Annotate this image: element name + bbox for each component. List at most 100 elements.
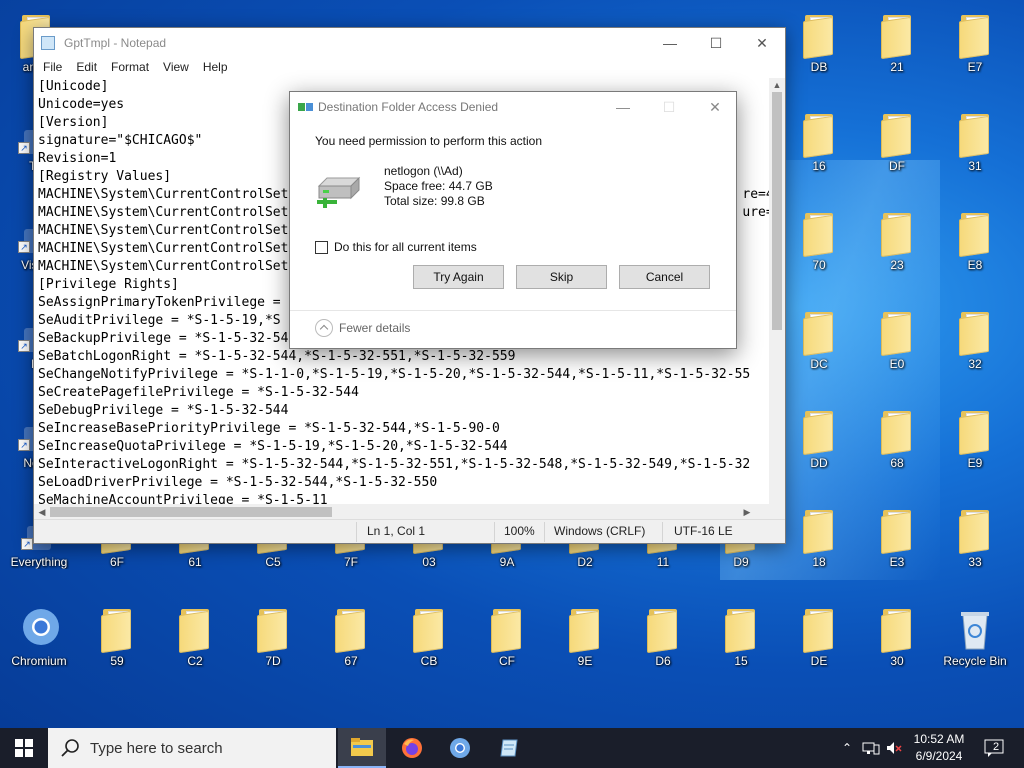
folder-icon: [801, 112, 837, 159]
desktop-icon-23[interactable]: 23: [861, 203, 933, 295]
folder-icon: [801, 508, 837, 555]
desktop-icon-e7[interactable]: E7: [939, 5, 1011, 97]
menu-file[interactable]: File: [36, 58, 69, 78]
folder-icon: [333, 607, 369, 654]
encoding: UTF-16 LE: [674, 524, 733, 538]
taskbar-file-explorer[interactable]: [338, 728, 386, 768]
desktop-icon-18[interactable]: 18: [783, 500, 855, 592]
dialog-title: Destination Folder Access Denied: [318, 100, 499, 114]
desktop-icon-chromium[interactable]: Chromium: [3, 599, 75, 691]
desktop-icon-label: 15: [734, 654, 748, 668]
system-clock[interactable]: 10:52 AM 6/9/2024: [904, 731, 974, 765]
desktop-icon-cb[interactable]: CB: [393, 599, 465, 691]
notification-count: 2: [993, 741, 1000, 753]
desktop-icon-df[interactable]: DF: [861, 104, 933, 196]
start-button[interactable]: [0, 728, 48, 768]
access-denied-dialog[interactable]: Destination Folder Access Denied — ☐ ✕ Y…: [289, 91, 737, 349]
maximize-button[interactable]: ☐: [693, 28, 739, 58]
fewer-details-label[interactable]: Fewer details: [339, 321, 410, 335]
search-icon: [61, 739, 79, 757]
network-icon[interactable]: [860, 728, 882, 768]
folder-icon: [879, 310, 915, 357]
desktop-icon-32[interactable]: 32: [939, 302, 1011, 394]
menu-view[interactable]: View: [156, 58, 196, 78]
scroll-left-icon[interactable]: ◀: [34, 504, 50, 520]
taskbar-search[interactable]: Type here to search: [48, 728, 336, 768]
desktop-icon-33[interactable]: 33: [939, 500, 1011, 592]
desktop-icon-de[interactable]: DE: [783, 599, 855, 691]
folder-icon: [801, 13, 837, 60]
scroll-up-icon[interactable]: ▲: [769, 78, 785, 92]
taskbar-notepad[interactable]: [486, 728, 534, 768]
desktop-icon-e8[interactable]: E8: [939, 203, 1011, 295]
checkbox-label[interactable]: Do this for all current items: [334, 240, 477, 254]
checkbox-box[interactable]: [315, 240, 328, 254]
desktop-icon-c2[interactable]: C2: [159, 599, 231, 691]
desktop-icon-label: 67: [344, 654, 358, 668]
speaker-muted-icon[interactable]: [884, 728, 904, 768]
cancel-button[interactable]: Cancel: [619, 265, 710, 289]
desktop-icon-dc[interactable]: DC: [783, 302, 855, 394]
chromium-icon: [450, 738, 470, 758]
search-placeholder[interactable]: Type here to search: [90, 740, 223, 757]
desktop-icon-label: E0: [889, 357, 905, 371]
desktop-icon-68[interactable]: 68: [861, 401, 933, 493]
desktop-icon-30[interactable]: 30: [861, 599, 933, 691]
desktop-icon-db[interactable]: DB: [783, 5, 855, 97]
vertical-scrollbar[interactable]: ▲ ▼: [769, 78, 785, 529]
desktop-icon-59[interactable]: 59: [81, 599, 153, 691]
minimize-button[interactable]: —: [647, 28, 693, 58]
desktop-icon-15[interactable]: 15: [705, 599, 777, 691]
desktop-icon-label: CB: [420, 654, 438, 668]
zoom-level: 100%: [504, 524, 535, 538]
dialog-minimize-button[interactable]: —: [600, 92, 646, 122]
desktop-icon-recycle-bin[interactable]: Recycle Bin: [939, 599, 1011, 691]
dialog-titlebar[interactable]: Destination Folder Access Denied — ☐ ✕: [290, 92, 736, 122]
taskbar-firefox[interactable]: [388, 728, 436, 768]
scroll-right-icon[interactable]: ▶: [739, 504, 755, 520]
folder-icon: [879, 409, 915, 456]
notepad-titlebar[interactable]: GptTmpl - Notepad — ☐ ✕: [34, 28, 785, 58]
desktop-icon-label: CF: [499, 654, 515, 668]
desktop-icon-cf[interactable]: CF: [471, 599, 543, 691]
desktop-icon-dd[interactable]: DD: [783, 401, 855, 493]
try-again-button[interactable]: Try Again: [413, 265, 504, 289]
menu-help[interactable]: Help: [196, 58, 235, 78]
desktop-icon-70[interactable]: 70: [783, 203, 855, 295]
fewer-details-toggle[interactable]: Fewer details: [315, 319, 410, 337]
menu-format[interactable]: Format: [104, 58, 156, 78]
desktop-icon-e3[interactable]: E3: [861, 500, 933, 592]
chevron-up-icon[interactable]: [315, 319, 333, 337]
dialog-maximize-button: ☐: [662, 98, 676, 115]
menu-edit[interactable]: Edit: [69, 58, 104, 78]
desktop-icon-label: 6F: [109, 555, 124, 569]
vertical-scroll-thumb[interactable]: [772, 92, 782, 330]
folder-icon: [801, 607, 837, 654]
desktop-icon-31[interactable]: 31: [939, 104, 1011, 196]
desktop-icon-d6[interactable]: D6: [627, 599, 699, 691]
desktop-icon-e0[interactable]: E0: [861, 302, 933, 394]
apply-all-checkbox[interactable]: Do this for all current items: [315, 240, 477, 254]
desktop-icon-7d[interactable]: 7D: [237, 599, 309, 691]
desktop-icon-label: 61: [188, 555, 202, 569]
desktop-icon-label: 23: [890, 258, 904, 272]
dialog-close-button[interactable]: ✕: [692, 92, 738, 122]
horizontal-scroll-thumb[interactable]: [50, 507, 332, 517]
taskbar-chromium[interactable]: [436, 728, 484, 768]
desktop-icon-9e[interactable]: 9E: [549, 599, 621, 691]
desktop-icon-label: 31: [968, 159, 982, 173]
tray-chevron-up-icon[interactable]: ⌃: [838, 728, 856, 768]
folder-icon: [879, 112, 915, 159]
clock-date: 6/9/2024: [915, 749, 963, 763]
desktop-icon-16[interactable]: 16: [783, 104, 855, 196]
desktop-icon-21[interactable]: 21: [861, 5, 933, 97]
close-button[interactable]: ✕: [739, 28, 785, 58]
desktop-icon-label: 7F: [343, 555, 358, 569]
horizontal-scrollbar[interactable]: ◀ ▶: [34, 504, 771, 520]
folder-icon: [957, 211, 993, 258]
chromium-icon: [21, 607, 59, 651]
notification-center[interactable]: 2: [978, 728, 1010, 768]
desktop-icon-e9[interactable]: E9: [939, 401, 1011, 493]
desktop-icon-67[interactable]: 67: [315, 599, 387, 691]
skip-button[interactable]: Skip: [516, 265, 607, 289]
